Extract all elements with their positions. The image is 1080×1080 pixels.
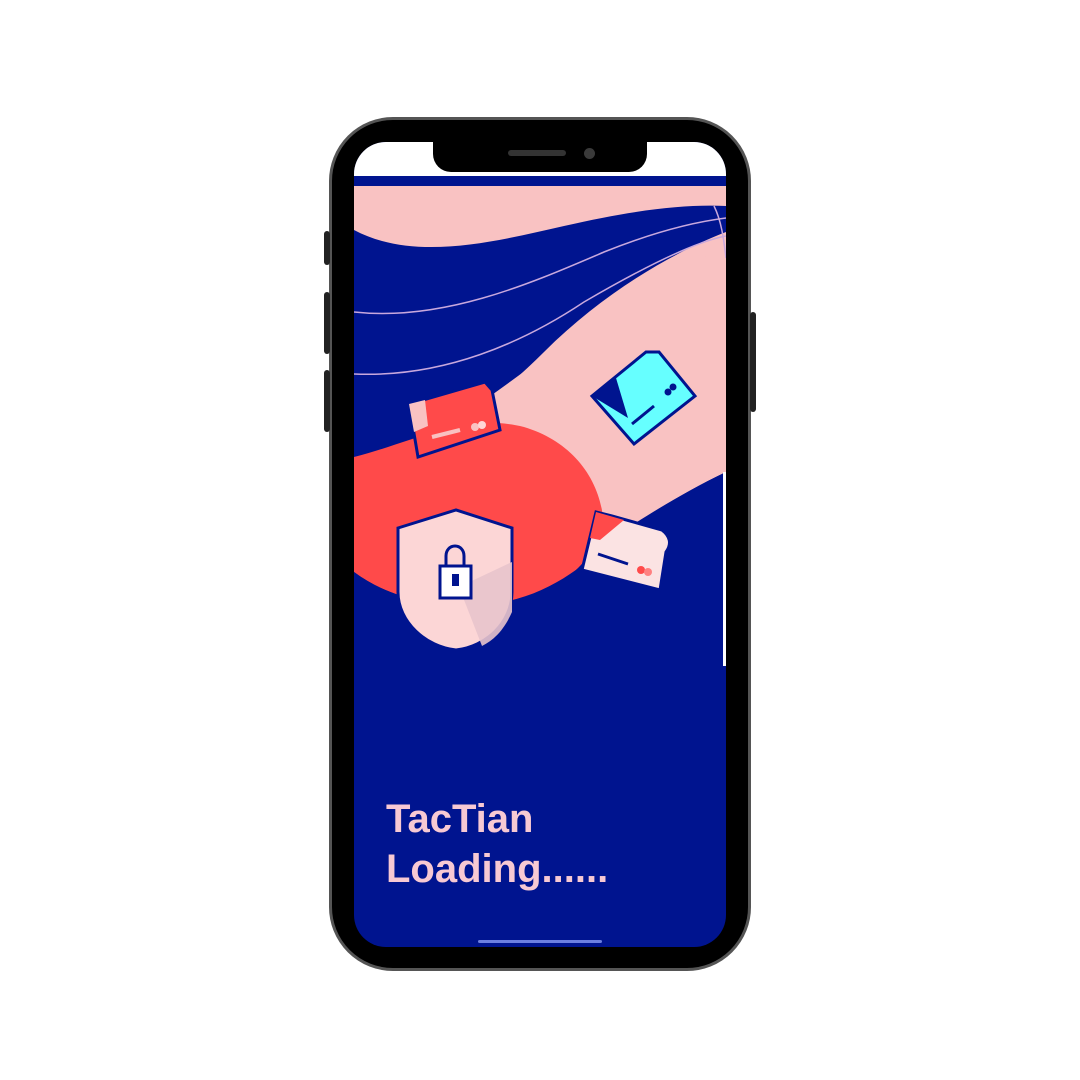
notch bbox=[433, 140, 647, 172]
volume-down-button bbox=[324, 370, 330, 432]
home-indicator[interactable] bbox=[478, 940, 602, 943]
shield-lock-icon bbox=[396, 508, 514, 652]
mute-switch bbox=[324, 231, 330, 265]
splash-illustration bbox=[354, 176, 726, 696]
power-button bbox=[750, 312, 756, 412]
speaker-grille bbox=[508, 150, 566, 156]
front-camera-icon bbox=[584, 148, 595, 159]
device-mockup: TacTian Loading...... bbox=[0, 0, 1080, 1080]
loading-status: Loading...... bbox=[386, 847, 609, 891]
splash-screen: TacTian Loading...... bbox=[354, 142, 726, 947]
app-name: TacTian bbox=[386, 797, 534, 841]
splash-text: TacTian Loading...... bbox=[386, 794, 608, 894]
volume-up-button bbox=[324, 292, 330, 354]
